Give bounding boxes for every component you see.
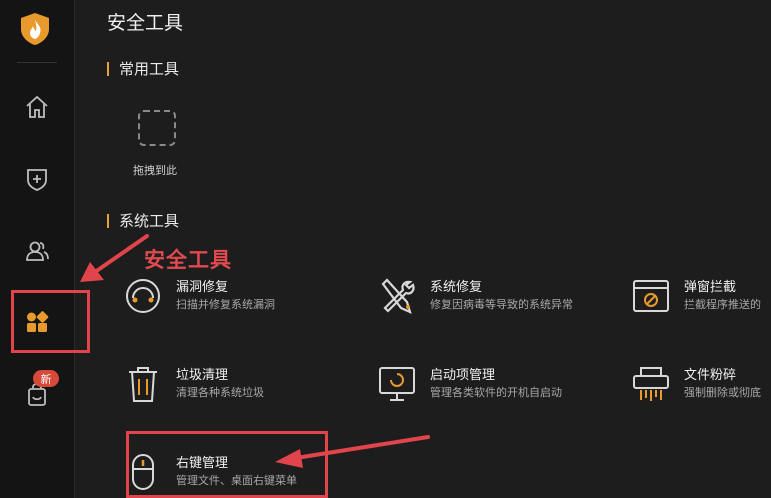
annotation-label: 安全工具 [144,248,232,272]
tool-name: 启动项管理 [430,368,496,383]
home-icon [26,95,48,118]
page-title: 安全工具 [107,12,184,34]
tool-name: 文件粉碎 [684,368,737,383]
shield-plus-icon [27,169,47,191]
tool-desc: 修复因病毒等导致的系统异常 [430,298,573,311]
tool-name: 弹窗拦截 [684,280,737,295]
tool-vulnerability-fix[interactable]: 漏洞修复 扫描并修复系统漏洞 [123,272,343,320]
section-accent-bar [107,61,109,76]
tool-desc: 强制删除或彻底 [684,386,761,399]
tool-file-shredder[interactable]: 文件粉碎 强制删除或彻底 [631,360,771,408]
sidebar-item-home[interactable] [14,84,60,130]
tool-desc: 管理文件、桌面右键菜单 [176,474,297,487]
trash-icon [129,367,157,402]
users-icon [26,241,49,261]
tool-junk-clean[interactable]: 垃圾清理 清理各种系统垃圾 [123,360,343,408]
tool-name: 垃圾清理 [176,368,229,383]
sidebar-item-users[interactable] [14,228,60,274]
drop-slot[interactable] [138,110,176,146]
section-heading: 系统工具 [119,212,180,230]
tool-desc: 拦截程序推送的 [684,298,761,311]
section-heading: 常用工具 [119,60,180,78]
section-common-tools: 常用工具 [107,58,179,79]
sidebar-item-security-tools[interactable] [14,299,60,345]
new-badge: 新 [33,370,59,387]
app-logo-icon [21,13,49,45]
tool-name: 系统修复 [430,280,483,295]
tool-startup-manager[interactable]: 启动项管理 管理各类软件的开机自启动 [377,360,607,408]
tool-system-repair[interactable]: 系统修复 修复因病毒等导致的系统异常 [377,272,607,320]
sidebar-divider [17,62,57,63]
gauge-icon [126,279,160,313]
shredder-icon [633,367,669,401]
section-accent-bar [107,213,109,228]
tool-popup-block[interactable]: 弹窗拦截 拦截程序推送的 [631,272,771,320]
section-system-tools: 系统工具 [107,210,179,231]
tools-grid-icon [27,311,49,332]
popup-block-icon [633,280,669,312]
monitor-startup-icon [379,367,415,401]
tool-name: 漏洞修复 [176,280,229,295]
tool-desc: 管理各类软件的开机自启动 [430,386,562,399]
drop-slot-label: 拖拽到此 [133,164,177,177]
sidebar: 新 [0,0,75,498]
tool-context-menu[interactable]: 右键管理 管理文件、桌面右键菜单 [123,448,343,496]
wrench-screwdriver-icon [381,278,415,314]
sidebar-item-protection[interactable] [14,156,60,202]
tool-desc: 清理各种系统垃圾 [176,386,264,399]
tool-desc: 扫描并修复系统漏洞 [176,298,275,311]
tool-name: 右键管理 [176,456,229,471]
mouse-icon [132,454,154,490]
